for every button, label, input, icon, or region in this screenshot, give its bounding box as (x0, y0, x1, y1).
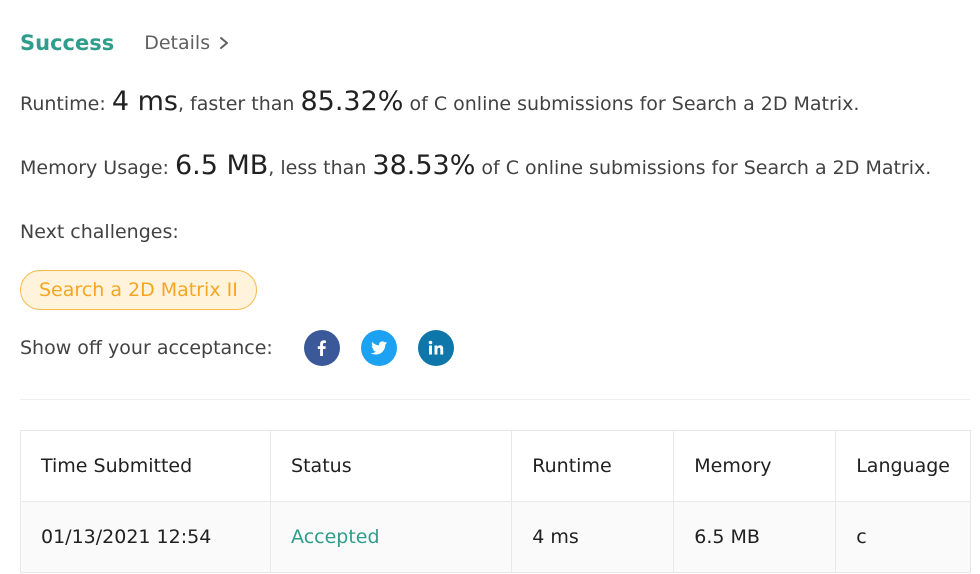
next-challenges-label: Next challenges: (20, 221, 179, 243)
runtime-comparison: , faster than (177, 93, 301, 115)
next-challenge-tag[interactable]: Search a 2D Matrix II (20, 270, 257, 310)
runtime-summary: Runtime: 4 ms, faster than 85.32% of C o… (20, 86, 859, 117)
submission-status-title: Success (20, 31, 115, 55)
details-label: Details (144, 32, 211, 54)
memory-comparison: , less than (268, 157, 373, 179)
memory-summary: Memory Usage: 6.5 MB, less than 38.53% o… (20, 150, 931, 181)
twitter-icon (370, 341, 388, 355)
cell-time-submitted: 01/13/2021 12:54 (19, 501, 272, 573)
next-challenge-label: Search a 2D Matrix II (39, 279, 238, 301)
runtime-value: 4 ms (111, 86, 178, 117)
share-row: Show off your acceptance: (20, 330, 475, 366)
details-link[interactable]: Details (144, 32, 230, 54)
runtime-percent: 85.32% (300, 86, 404, 117)
memory-suffix: of C online submissions for Search a 2D … (475, 157, 932, 179)
cell-status-link[interactable]: Accepted (270, 501, 513, 573)
facebook-share-button[interactable] (304, 330, 340, 366)
memory-percent: 38.53% (372, 150, 476, 181)
submissions-table: Time Submitted Status Runtime Memory Lan… (19, 430, 971, 573)
table-row: 01/13/2021 12:54 Accepted 4 ms 6.5 MB c (19, 501, 971, 573)
cell-memory: 6.5 MB (673, 501, 837, 573)
table-header-row: Time Submitted Status Runtime Memory Lan… (19, 430, 971, 502)
twitter-share-button[interactable] (361, 330, 397, 366)
share-label: Show off your acceptance: (20, 337, 273, 359)
runtime-suffix: of C online submissions for Search a 2D … (403, 93, 860, 115)
column-header-status[interactable]: Status (270, 430, 513, 502)
runtime-label: Runtime: (20, 93, 112, 115)
linkedin-share-button[interactable] (418, 330, 454, 366)
column-header-runtime[interactable]: Runtime (511, 430, 675, 502)
column-header-time[interactable]: Time Submitted (19, 430, 272, 502)
cell-language: c (835, 501, 971, 573)
memory-label: Memory Usage: (20, 157, 175, 179)
memory-value: 6.5 MB (174, 150, 269, 181)
column-header-memory[interactable]: Memory (673, 430, 837, 502)
result-header: Success Details (20, 28, 230, 58)
facebook-icon (317, 340, 326, 356)
chevron-right-icon (220, 37, 229, 49)
section-divider (20, 399, 970, 400)
column-header-language[interactable]: Language (835, 430, 971, 502)
linkedin-icon (428, 340, 444, 355)
cell-runtime: 4 ms (511, 501, 675, 573)
